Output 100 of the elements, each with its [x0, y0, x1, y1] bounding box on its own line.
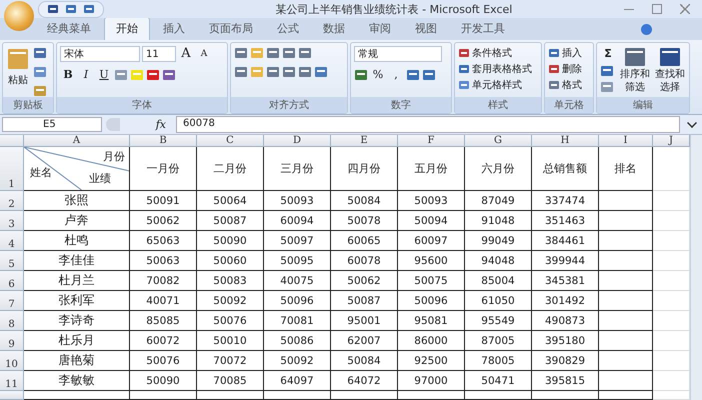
empty-cell: [653, 291, 690, 311]
font-size-field[interactable]: 11: [142, 46, 176, 62]
row-header[interactable]: 2: [0, 191, 24, 211]
empty-cell: [331, 391, 398, 400]
row-header[interactable]: 5: [0, 251, 24, 271]
autosum-button[interactable]: Σ: [600, 46, 616, 62]
table-cell: 92500: [398, 351, 465, 371]
italic-button[interactable]: I: [78, 67, 94, 83]
font-name-field[interactable]: 宋体: [60, 46, 140, 62]
group-label: 编辑: [597, 97, 689, 113]
column-header[interactable]: D: [264, 135, 331, 147]
percent-button[interactable]: %: [370, 67, 386, 83]
table-cell: 50087: [331, 291, 398, 311]
table-cell: 60078: [331, 251, 398, 271]
column-header[interactable]: E: [331, 135, 398, 147]
table-cell: 排名: [599, 147, 653, 191]
table-cell: 50094: [398, 211, 465, 231]
table-cell: 70081: [264, 311, 331, 331]
column-header[interactable]: H: [532, 135, 599, 147]
ribbon-button[interactable]: 格式: [548, 78, 582, 92]
ribbon-tab[interactable]: 公式: [266, 18, 310, 40]
table-cell: 64097: [264, 371, 331, 391]
empty-cell: [130, 391, 197, 400]
table-cell: 40075: [264, 271, 331, 291]
shrink-font-button[interactable]: A: [196, 46, 212, 62]
empty-cell: [653, 351, 690, 371]
column-header[interactable]: I: [599, 135, 653, 147]
empty-cell: [599, 271, 653, 291]
group-label: 剪贴板: [3, 97, 53, 113]
table-cell: 姓名: [30, 165, 52, 180]
ribbon-tab[interactable]: 开发工具: [450, 18, 516, 40]
ribbon-tab[interactable]: 审阅: [358, 18, 402, 40]
ribbon-tab[interactable]: 经典菜单: [36, 18, 102, 40]
column-header[interactable]: C: [197, 135, 264, 147]
name-box[interactable]: E5: [2, 117, 102, 132]
close-button[interactable]: [680, 4, 690, 14]
maximize-button[interactable]: [652, 4, 662, 14]
table-cell: 张照: [24, 191, 130, 211]
ribbon-tab[interactable]: 页面布局: [198, 18, 264, 40]
ribbon-tab[interactable]: 插入: [152, 18, 196, 40]
scroll-bar[interactable]: [690, 135, 702, 400]
bold-button[interactable]: B: [60, 67, 76, 83]
row-header[interactable]: 10: [0, 351, 24, 371]
empty-cell: [653, 391, 690, 400]
empty-cell: [599, 371, 653, 391]
row-header[interactable]: 8: [0, 311, 24, 331]
table-cell: 60072: [130, 331, 197, 351]
table-cell: 85004: [465, 271, 532, 291]
empty-cell: [532, 391, 599, 400]
ribbon-button[interactable]: 插入: [548, 46, 582, 60]
column-header[interactable]: B: [130, 135, 197, 147]
table-cell: 50062: [331, 271, 398, 291]
column-header[interactable]: A: [24, 135, 130, 147]
sort-filter-button[interactable]: 排序和筛选: [619, 46, 651, 94]
group-label: 数字: [351, 97, 451, 113]
table-cell: 60094: [264, 211, 331, 231]
table-cell: 50084: [331, 351, 398, 371]
ribbon-tab[interactable]: 数据: [312, 18, 356, 40]
formula-input[interactable]: 60078: [176, 116, 680, 133]
table-cell: 50083: [197, 271, 264, 291]
find-select-button[interactable]: 查找和选择: [654, 46, 686, 94]
table-cell: 70072: [197, 351, 264, 371]
table-cell: 50096: [264, 291, 331, 311]
column-header[interactable]: G: [465, 135, 532, 147]
column-header[interactable]: J: [653, 135, 690, 147]
table-cell: 85085: [130, 311, 197, 331]
table-cell: 李诗奇: [24, 311, 130, 331]
number-format-field[interactable]: 常规: [354, 46, 442, 62]
table-cell: 业绩: [89, 171, 111, 186]
row-header[interactable]: 11: [0, 371, 24, 391]
ribbon-tab[interactable]: 视图: [404, 18, 448, 40]
table-cell: 97000: [398, 371, 465, 391]
table-cell: 50075: [398, 271, 465, 291]
row-header[interactable]: 6: [0, 271, 24, 291]
table-cell: 301492: [532, 291, 599, 311]
grow-font-button[interactable]: A: [178, 46, 194, 62]
paste-button[interactable]: 粘贴: [6, 46, 30, 88]
table-cell: 李佳佳: [24, 251, 130, 271]
ribbon-tab[interactable]: 开始: [104, 17, 150, 40]
table-cell: 50076: [197, 311, 264, 331]
underline-button[interactable]: U: [96, 67, 112, 83]
ribbon-button[interactable]: 单元格样式: [458, 78, 532, 92]
ribbon-button[interactable]: 条件格式: [458, 46, 532, 60]
table-cell: 64072: [331, 371, 398, 391]
table-cell: 50092: [264, 351, 331, 371]
column-header[interactable]: F: [398, 135, 465, 147]
help-icon[interactable]: [641, 24, 652, 35]
row-header[interactable]: 1: [0, 147, 24, 191]
row-header[interactable]: 3: [0, 211, 24, 231]
ribbon-button[interactable]: 删除: [548, 62, 582, 76]
table-cell: 50063: [130, 251, 197, 271]
comma-button[interactable]: ,: [388, 67, 404, 83]
row-header[interactable]: 9: [0, 331, 24, 351]
table-cell: 61050: [465, 291, 532, 311]
row-header[interactable]: 4: [0, 231, 24, 251]
empty-cell: [599, 231, 653, 251]
table-cell: 杜月兰: [24, 271, 130, 291]
ribbon-button[interactable]: 套用表格格式: [458, 62, 532, 76]
empty-cell: [653, 231, 690, 251]
row-header[interactable]: 7: [0, 291, 24, 311]
